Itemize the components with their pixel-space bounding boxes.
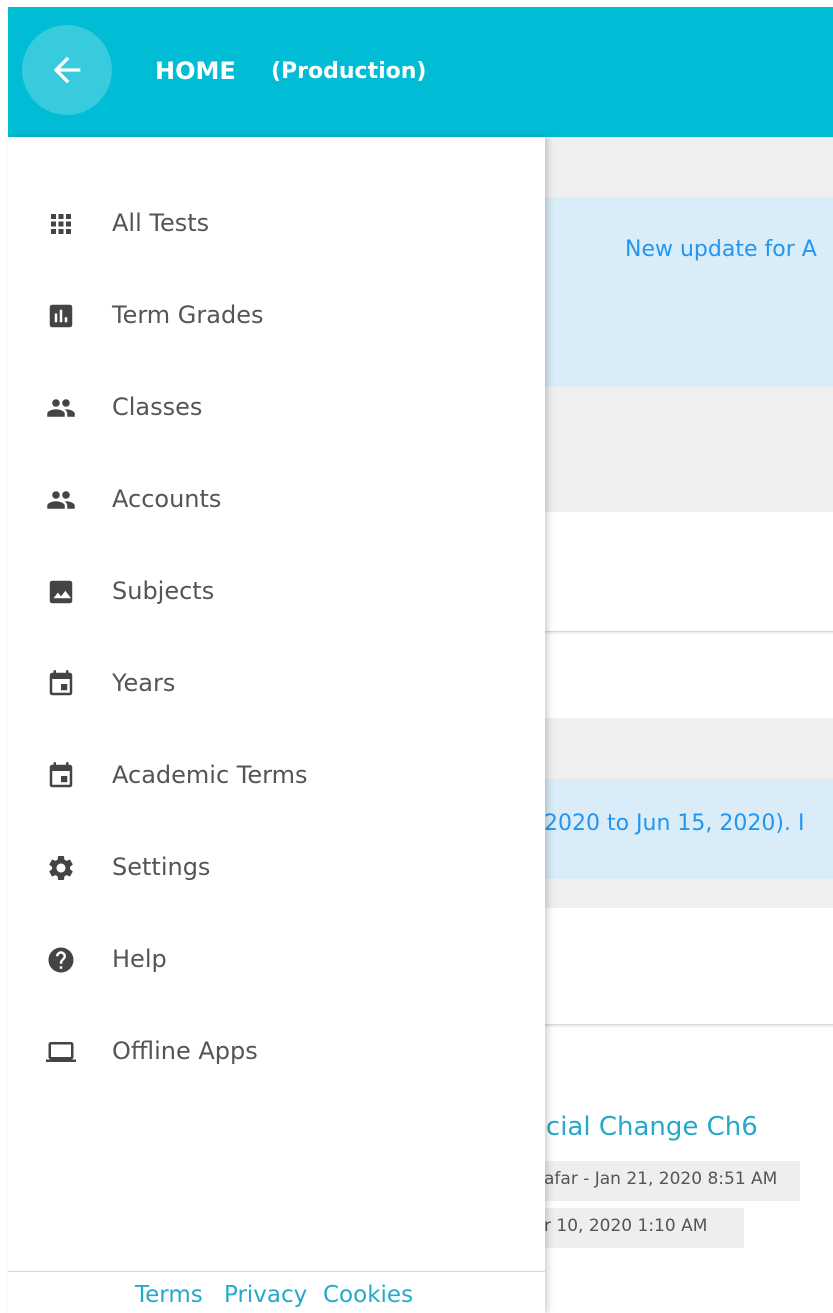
environment-label: (Production) [271,59,427,84]
nav-item-accounts[interactable]: Accounts [8,465,545,535]
content-card [545,908,833,1025]
drawer-footer: Terms Privacy Cookies [8,1271,545,1313]
test-title-link[interactable]: ocial Change Ch6 [545,1112,758,1142]
help-icon [48,947,74,973]
cookies-link[interactable]: Cookies [323,1282,413,1308]
nav-item-years[interactable]: Years [8,649,545,719]
privacy-link[interactable]: Privacy [224,1282,307,1308]
nav-item-classes[interactable]: Classes [8,373,545,443]
people-icon [47,399,75,417]
page-title: HOME [155,57,236,85]
test-updated-meta: r 10, 2020 1:10 AM [545,1208,744,1248]
laptop-icon [46,1042,76,1062]
update-notice-text[interactable]: New update for A [625,237,817,262]
update-notice: New update for A [545,197,833,387]
nav-item-academic-terms[interactable]: Academic Terms [8,741,545,811]
nav-drawer: All Tests Term Grades Classes Accounts S… [8,137,545,1313]
main-content: New update for A , 2020 to Jun 15, 2020)… [545,137,833,1313]
nav-item-help[interactable]: Help [8,925,545,995]
bar-chart-icon [49,304,73,328]
nav-item-settings[interactable]: Settings [8,833,545,903]
app-bar: HOME (Production) [8,7,833,137]
calendar-icon [49,670,73,696]
terms-link[interactable]: Terms [135,1282,203,1308]
nav-item-label: Academic Terms [112,761,308,789]
nav-item-label: Term Grades [112,301,264,329]
nav-item-label: Years [112,669,176,697]
nav-item-subjects[interactable]: Subjects [8,557,545,627]
nav-item-label: Help [112,945,167,973]
gear-icon [49,856,73,880]
nav-item-label: Classes [112,393,203,421]
test-created-meta: afar - Jan 21, 2020 8:51 AM [545,1161,800,1201]
nav-item-label: Settings [112,853,211,881]
calendar-icon [49,762,73,788]
nav-item-label: Subjects [112,577,215,605]
content-card [545,512,833,632]
grid-icon [51,214,71,234]
nav-item-all-tests[interactable]: All Tests [8,189,545,259]
nav-item-offline-apps[interactable]: Offline Apps [8,1017,545,1087]
nav-item-label: Offline Apps [112,1037,258,1065]
nav-item-label: Accounts [112,485,222,513]
nav-item-term-grades[interactable]: Term Grades [8,281,545,351]
image-icon [49,580,73,604]
term-notice: , 2020 to Jun 15, 2020). I [545,779,833,879]
arrow-left-icon [53,56,81,84]
nav-item-label: All Tests [112,209,210,237]
back-button[interactable] [22,25,112,115]
term-notice-text[interactable]: , 2020 to Jun 15, 2020). I [545,811,804,836]
people-icon [47,491,75,509]
content-card [545,634,833,718]
